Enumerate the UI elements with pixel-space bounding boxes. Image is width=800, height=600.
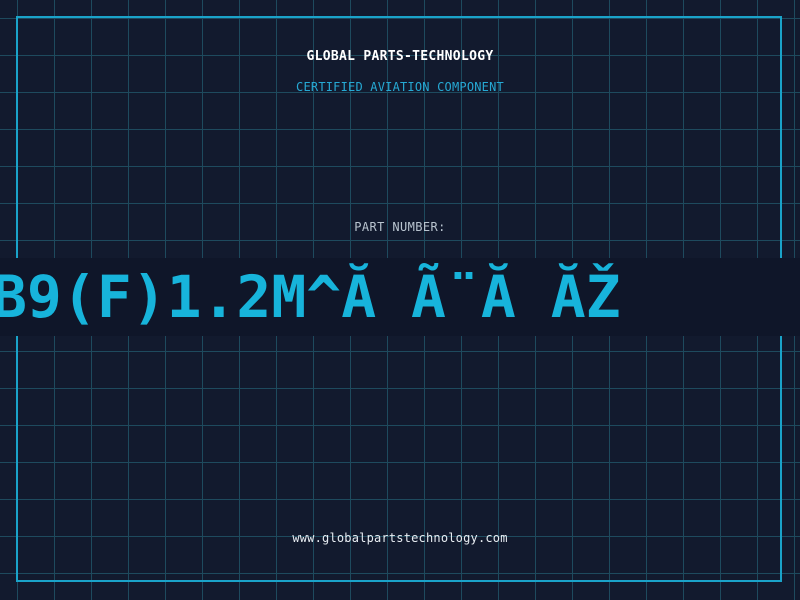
- website-url: www.globalpartstechnology.com: [292, 531, 508, 545]
- tagline: CERTIFIED AVIATION COMPONENT: [296, 80, 504, 94]
- part-number-band: B9(F)1.2M^Ă Ã¨Ă ĂŽ: [0, 258, 800, 336]
- part-number-value: B9(F)1.2M^Ă Ã¨Ă ĂŽ: [0, 263, 621, 331]
- company-name: GLOBAL PARTS-TECHNOLOGY: [306, 49, 494, 64]
- part-number-label: PART NUMBER:: [354, 220, 446, 234]
